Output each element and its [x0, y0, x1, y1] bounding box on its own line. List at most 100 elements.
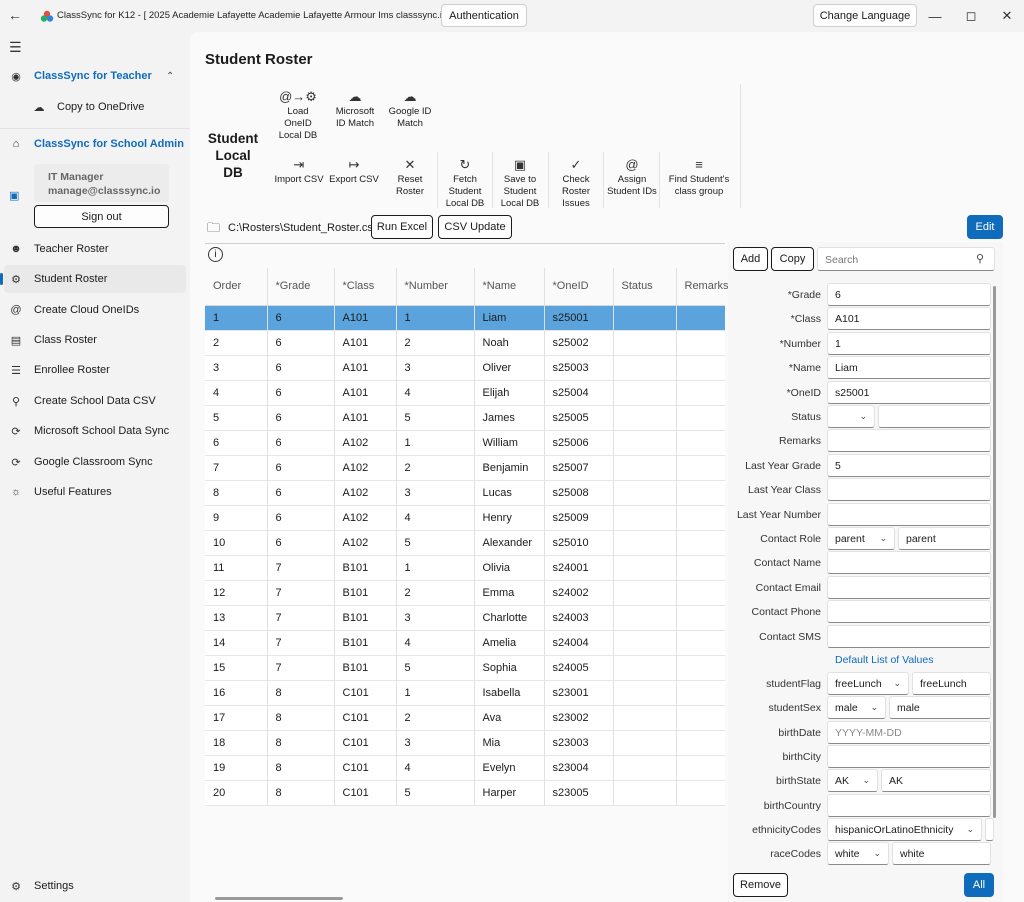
sidebar-item-student-roster[interactable]: ⚙ Student Roster [0, 265, 186, 293]
load-oneid-local-db-button[interactable]: @→⚙ Load OneID Local DB [272, 88, 324, 142]
fetch-student-local-db-button[interactable]: ↻ Fetch Student Local DB [439, 156, 491, 210]
authentication-button[interactable]: Authentication [441, 4, 527, 27]
field-input[interactable]: AK [881, 769, 991, 792]
table-row[interactable]: 18 8 C101 3 Mia s23003 [205, 730, 725, 756]
change-language-button[interactable]: Change Language [813, 4, 917, 27]
table-row[interactable]: 20 8 C101 5 Harper s23005 [205, 780, 725, 806]
check-roster-issues-button[interactable]: ✓ Check Roster Issues [550, 156, 602, 210]
field-input[interactable]: 1 [827, 332, 991, 355]
sidebar-section-admin[interactable]: ⌂ ClassSync for School Admin [0, 130, 186, 158]
field-input[interactable] [827, 551, 991, 574]
column-header[interactable]: *Number [396, 268, 475, 306]
column-header[interactable]: Order [205, 268, 268, 306]
remove-button[interactable]: Remove [733, 873, 788, 897]
find-students-class-group-button[interactable]: ≡ Find Student's class group [664, 156, 734, 198]
run-excel-button[interactable]: Run Excel [371, 215, 433, 239]
chevron-up-icon[interactable]: ⌃ [166, 71, 174, 82]
sidebar-item-create-cloud-oneids[interactable]: @ Create Cloud OneIDs [0, 296, 186, 324]
field-input[interactable] [827, 794, 991, 817]
all-button[interactable]: All [964, 873, 994, 897]
hamburger-menu-icon[interactable]: ☰ [9, 39, 22, 56]
sidebar-item-class-roster[interactable]: ▤ Class Roster [0, 326, 186, 354]
field-input[interactable] [827, 576, 991, 599]
field-input[interactable]: YYYY-MM-DD [827, 721, 991, 744]
sidebar-item-useful-features[interactable]: ☼ Useful Features [0, 478, 186, 506]
csv-update-button[interactable]: CSV Update [438, 215, 512, 239]
field-input[interactable]: A101 [827, 307, 991, 330]
table-row[interactable]: 15 7 B101 5 Sophia s24005 [205, 655, 725, 681]
field-select[interactable]: male ⌄ [827, 696, 886, 719]
table-row[interactable]: 2 6 A101 2 Noah s25002 [205, 330, 725, 356]
table-row[interactable]: 5 6 A101 5 James s25005 [205, 405, 725, 431]
field-input[interactable] [827, 478, 991, 501]
field-input[interactable]: freeLunch [912, 672, 991, 695]
field-input[interactable]: parent [898, 527, 991, 550]
info-icon[interactable]: i [208, 247, 223, 262]
field-input[interactable]: male [889, 696, 991, 719]
horizontal-scrollbar[interactable] [215, 897, 343, 900]
table-row[interactable]: 3 6 A101 3 Oliver s25003 [205, 355, 725, 381]
table-row[interactable]: 6 6 A102 1 William s25006 [205, 430, 725, 456]
column-header[interactable]: *Name [474, 268, 545, 306]
sidebar-section-teacher[interactable]: ◉ ClassSync for Teacher ⌃ [0, 62, 186, 90]
search-input[interactable]: Search ⚲ [817, 247, 995, 271]
field-input[interactable]: white [892, 842, 991, 865]
field-select[interactable]: AK ⌄ [827, 769, 878, 792]
field-select[interactable]: freeLunch ⌄ [827, 672, 909, 695]
sidebar-item-teacher-roster[interactable]: ☻ Teacher Roster [0, 235, 186, 263]
table-row[interactable]: 8 6 A102 3 Lucas s25008 [205, 480, 725, 506]
export-csv-button[interactable]: ↦ Export CSV [328, 156, 380, 186]
field-select[interactable]: parent ⌄ [827, 527, 895, 550]
sidebar-item-settings[interactable]: ⚙ Settings [0, 872, 186, 900]
minimize-icon[interactable]: — [922, 6, 948, 26]
close-icon[interactable]: ✕ [994, 6, 1020, 26]
column-header[interactable]: *Grade [267, 268, 335, 306]
column-header[interactable]: Status [613, 268, 677, 306]
edit-button[interactable]: Edit [967, 215, 1003, 239]
sidebar-item-microsoft-sds[interactable]: ⟳ Microsoft School Data Sync [0, 417, 186, 445]
field-select[interactable]: white ⌄ [827, 842, 889, 865]
folder-icon[interactable]: 🗀 [207, 219, 220, 241]
reset-roster-button[interactable]: ✕ Reset Roster [384, 156, 436, 198]
default-list-of-values-link[interactable]: Default List of Values [835, 654, 933, 666]
field-input[interactable] [985, 818, 994, 841]
table-row[interactable]: 7 6 A102 2 Benjamin s25007 [205, 455, 725, 481]
column-header[interactable]: Remarks [676, 268, 729, 306]
column-header[interactable]: *OneID [544, 268, 614, 306]
sidebar-item-google-classroom-sync[interactable]: ⟳ Google Classroom Sync [0, 448, 186, 476]
maximize-icon[interactable]: ◻ [958, 6, 984, 26]
search-icon[interactable]: ⚲ [976, 252, 984, 265]
save-to-student-local-db-button[interactable]: ▣ Save to Student Local DB [494, 156, 546, 210]
import-csv-button[interactable]: ⇥ Import CSV [272, 156, 326, 186]
sign-out-button[interactable]: Sign out [34, 205, 169, 228]
assign-student-ids-button[interactable]: @ Assign Student IDs [604, 156, 660, 198]
field-input[interactable]: 5 [827, 454, 991, 477]
copy-button[interactable]: Copy [771, 247, 814, 271]
field-input[interactable]: 6 [827, 283, 991, 306]
table-row[interactable]: 4 6 A101 4 Elijah s25004 [205, 380, 725, 406]
field-select[interactable]: ⌄ [827, 405, 875, 428]
sidebar-item-create-school-data-csv[interactable]: ⚲ Create School Data CSV [0, 387, 186, 415]
sidebar-item-enrollee-roster[interactable]: ☰ Enrollee Roster [0, 356, 186, 384]
sidebar-item-copy-onedrive[interactable]: ☁ Copy to OneDrive [0, 93, 186, 121]
google-id-match-button[interactable]: ☁ Google ID Match [384, 88, 436, 130]
field-input[interactable] [878, 405, 991, 428]
table-row[interactable]: 12 7 B101 2 Emma s24002 [205, 580, 725, 606]
back-arrow-icon[interactable]: ← [8, 7, 22, 23]
field-input[interactable] [827, 745, 991, 768]
field-input[interactable] [827, 429, 991, 452]
table-row[interactable]: 13 7 B101 3 Charlotte s24003 [205, 605, 725, 631]
table-row[interactable]: 11 7 B101 1 Olivia s24001 [205, 555, 725, 581]
table-row[interactable]: 17 8 C101 2 Ava s23002 [205, 705, 725, 731]
field-input[interactable] [827, 503, 991, 526]
add-button[interactable]: Add [733, 247, 768, 271]
table-row[interactable]: 10 6 A102 5 Alexander s25010 [205, 530, 725, 556]
field-input[interactable]: s25001 [827, 381, 991, 404]
column-header[interactable]: *Class [334, 268, 397, 306]
table-row[interactable]: 1 6 A101 1 Liam s25001 [205, 305, 725, 331]
microsoft-id-match-button[interactable]: ☁ Microsoft ID Match [329, 88, 381, 130]
table-row[interactable]: 14 7 B101 4 Amelia s24004 [205, 630, 725, 656]
panel-scrollbar[interactable] [993, 286, 996, 818]
field-input[interactable] [827, 600, 991, 623]
field-input[interactable]: Liam [827, 356, 991, 379]
